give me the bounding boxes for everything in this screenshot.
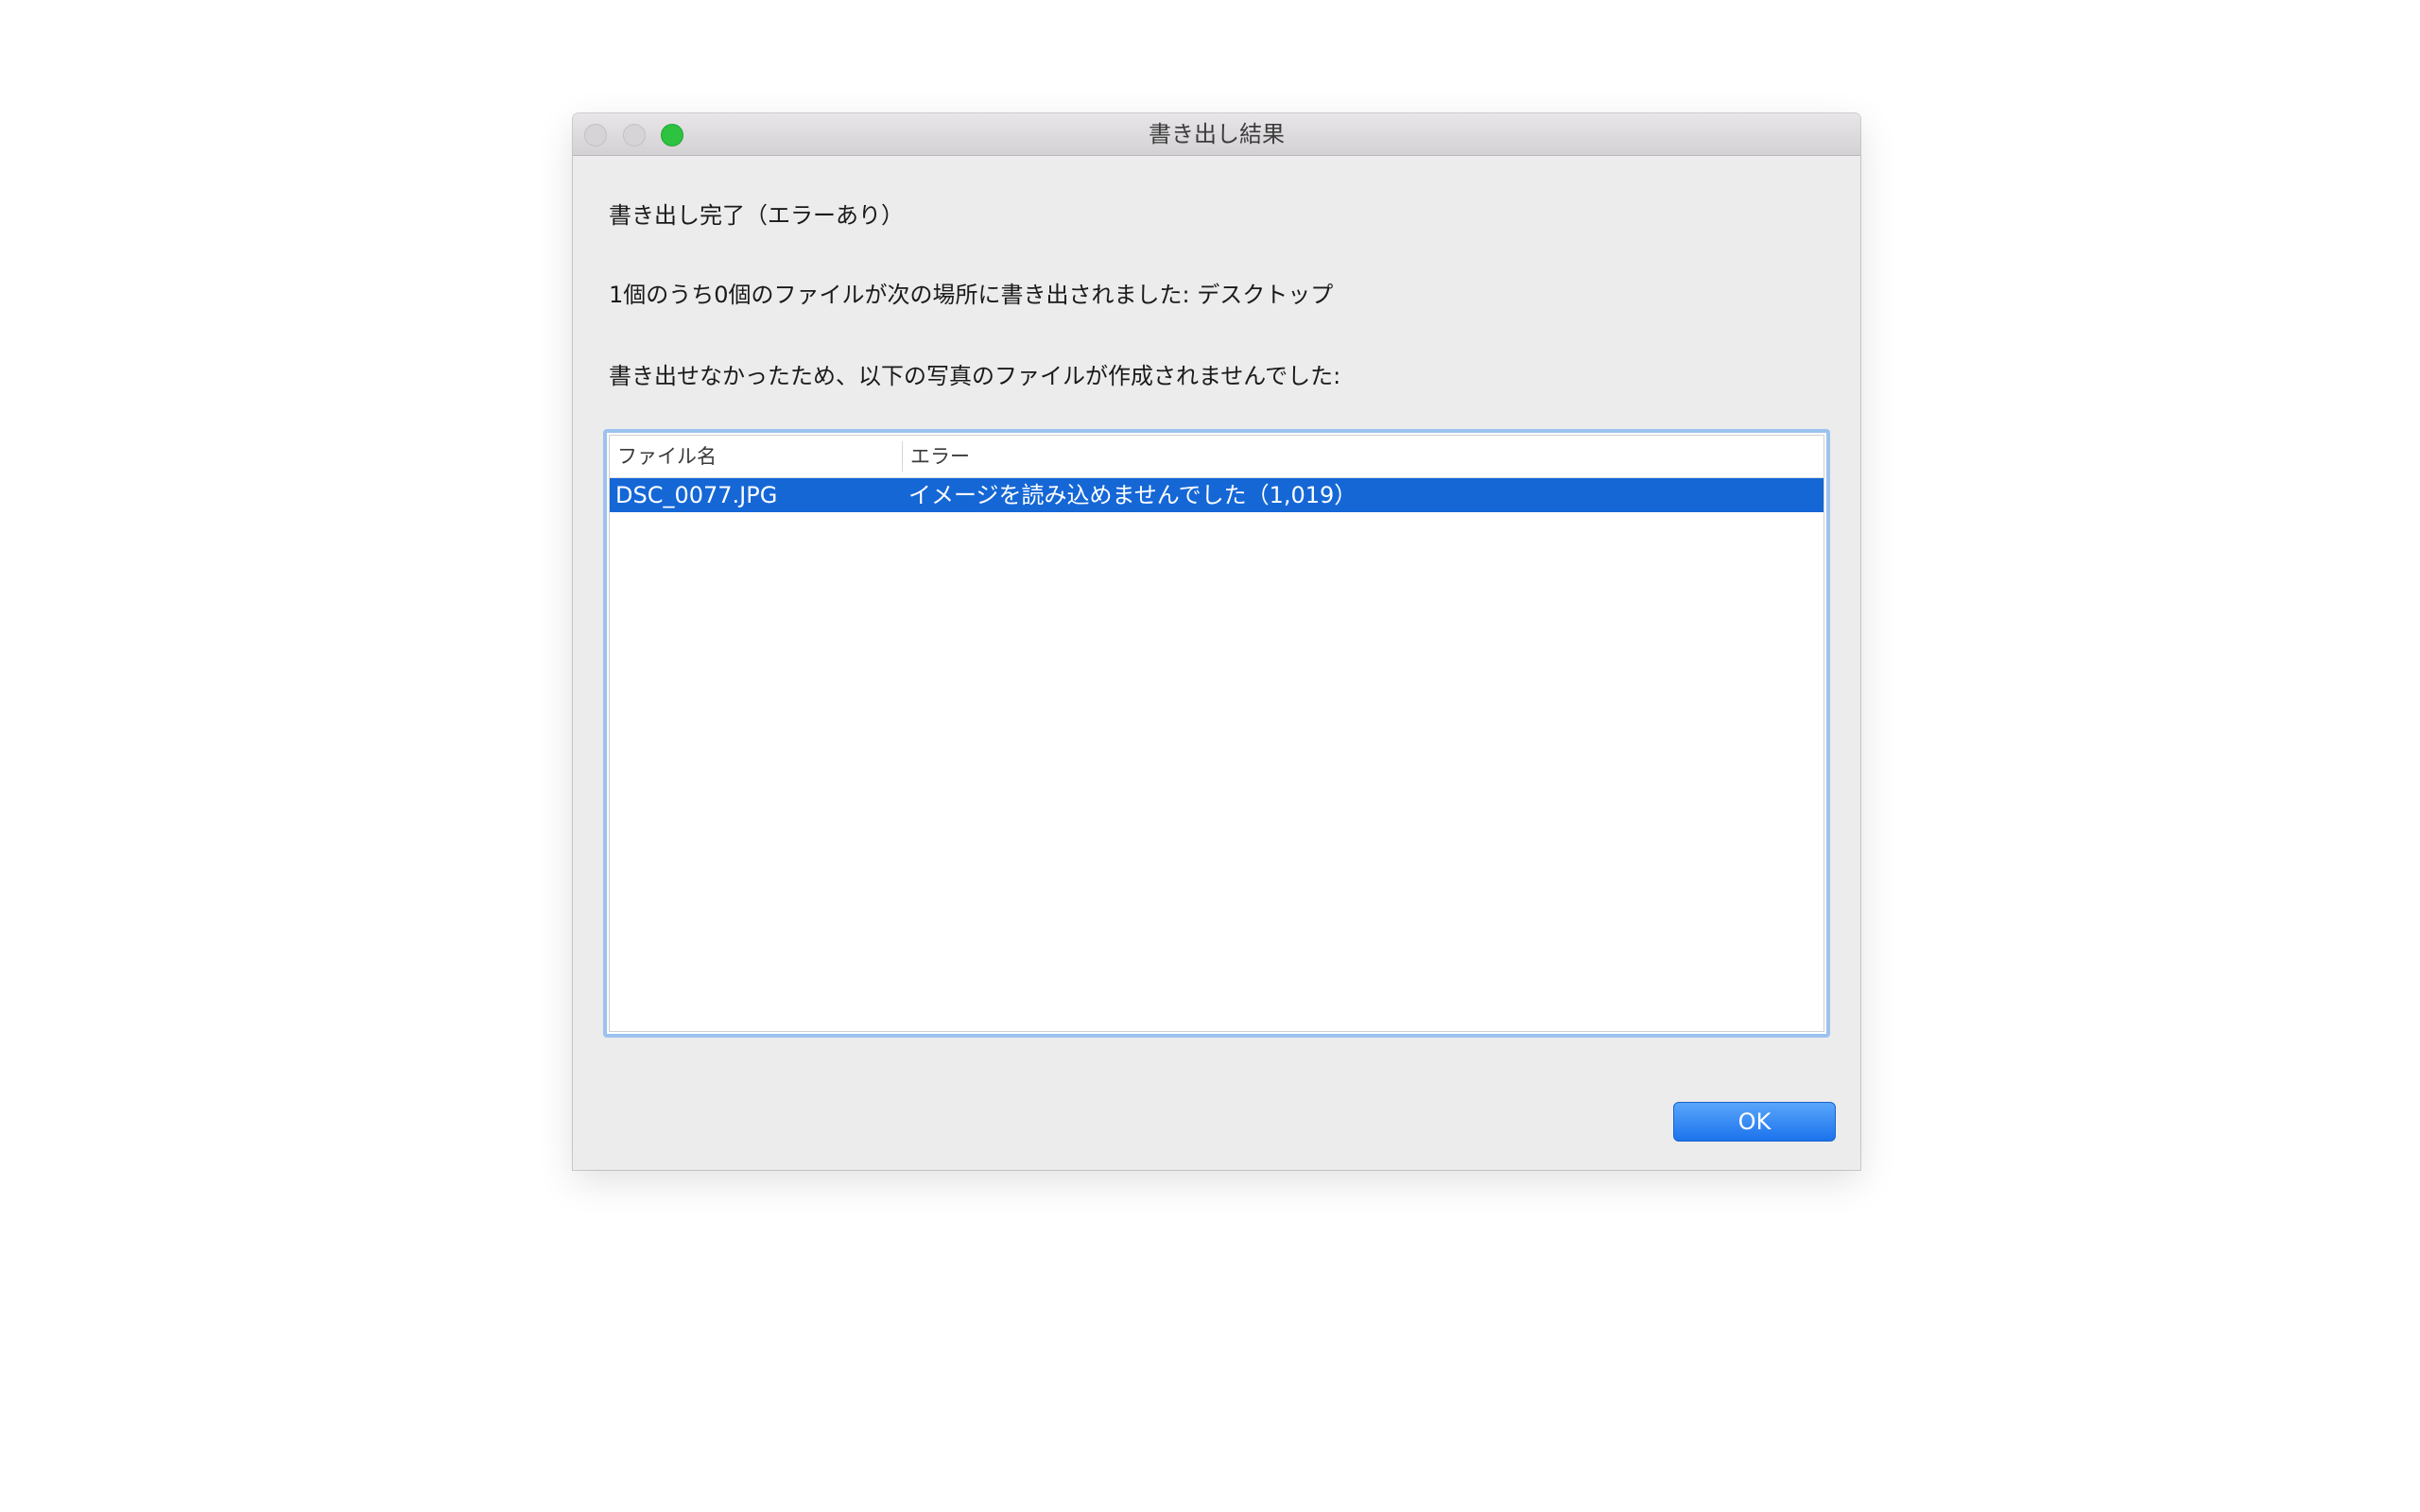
ok-button[interactable]: OK [1673,1102,1836,1142]
column-header-error[interactable]: エラー [903,441,1470,472]
window-title: 書き出し結果 [1149,121,1285,147]
cell-error: イメージを読み込めませんでした（1,019） [908,482,1357,508]
failed-files-table[interactable]: ファイル名 エラー DSC_0077.JPG イメージを読み込めませんでした（1… [603,429,1830,1038]
column-header-filename[interactable]: ファイル名 [610,441,903,472]
cell-filename: DSC_0077.JPG [615,482,778,508]
detail-message: 書き出せなかったため、以下の写真のファイルが作成されませんでした: [609,363,1341,389]
table-header: ファイル名 エラー [610,436,1824,478]
export-results-dialog: 書き出し結果 書き出し完了（エラーあり） 1個のうち0個のファイルが次の場所に書… [573,113,1860,1170]
table-body: ファイル名 エラー DSC_0077.JPG イメージを読み込めませんでした（1… [609,435,1824,1032]
title-bar: 書き出し結果 [573,113,1860,156]
status-message: 書き出し完了（エラーあり） [609,202,904,229]
table-row[interactable]: DSC_0077.JPG イメージを読み込めませんでした（1,019） [610,478,1824,512]
summary-message: 1個のうち0個のファイルが次の場所に書き出されました: デスクトップ [609,282,1334,308]
